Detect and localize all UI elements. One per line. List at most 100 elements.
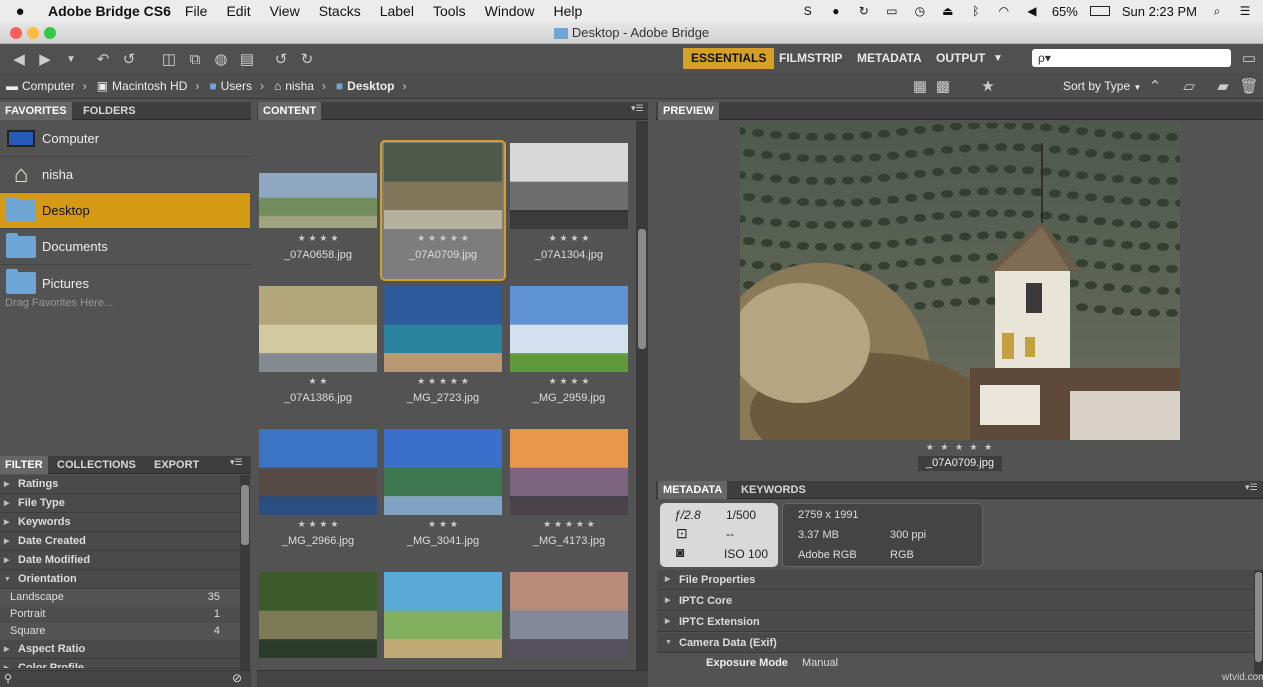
thumbnail-_MG_2959.jpg[interactable]: ★ ★ ★ ★_MG_2959.jpg [510, 286, 628, 404]
open-recent-folder-icon[interactable]: ▱ [1176, 75, 1202, 97]
section-iptc-core[interactable]: IPTC Core [657, 591, 1254, 611]
breadcrumb-nisha[interactable]: ⌂nisha [274, 79, 314, 93]
app-menu[interactable]: Adobe Bridge CS6 [48, 3, 171, 19]
chevron-right-icon[interactable]: › [322, 79, 326, 93]
airplay-icon[interactable]: ▭ [884, 4, 900, 18]
thumbnail-_07A1386.jpg[interactable]: ★ ★_07A1386.jpg [259, 286, 377, 404]
breadcrumb-computer[interactable]: ▬Computer [6, 79, 75, 93]
skype-icon[interactable]: S [800, 4, 816, 18]
panel-menu-icon[interactable]: ▾☰ [1245, 482, 1258, 493]
sort-dropdown[interactable]: Sort by Type ▼ [1063, 79, 1141, 93]
thumbnail-_MG_3041.jpg[interactable]: ★ ★ ★_MG_3041.jpg [384, 429, 502, 547]
thumbnail-rating[interactable]: ★ ★ ★ ★ [549, 234, 590, 244]
thumbnail-rating[interactable]: ★ ★ [309, 377, 328, 387]
minimize-window-button[interactable] [27, 27, 39, 39]
chevron-right-icon[interactable]: › [195, 79, 199, 93]
breadcrumb-desktop[interactable]: ■Desktop [336, 79, 395, 93]
back-arrow-icon[interactable]: ◀ [6, 48, 32, 70]
menu-label[interactable]: Label [380, 3, 414, 19]
close-window-button[interactable] [10, 27, 22, 39]
metadata-scrollbar[interactable] [1254, 570, 1263, 674]
workspace-output[interactable]: OUTPUT [928, 48, 993, 69]
thumbnail-rating[interactable]: ★ ★ ★ ★ [298, 234, 339, 244]
workspace-menu-chevron-icon[interactable]: ▼ [985, 48, 1011, 69]
thumbnail-item-9[interactable] [259, 572, 377, 658]
sort-ascending-icon[interactable]: ⌃ [1142, 75, 1168, 97]
content-scrollbar[interactable] [636, 121, 648, 670]
chevron-right-icon[interactable]: › [83, 79, 87, 93]
tab-favorites[interactable]: FAVORITES [0, 102, 72, 120]
thumbnail-rating[interactable]: ★ ★ ★ ★ [298, 520, 339, 530]
section-file-properties[interactable]: File Properties [657, 570, 1254, 590]
tab-collections[interactable]: COLLECTIONS [52, 456, 141, 474]
battery-icon[interactable] [1090, 6, 1110, 16]
filter-option-portrait[interactable]: Portrait1 [0, 606, 240, 623]
clock[interactable]: Sun 2:23 PM [1122, 4, 1197, 19]
spotlight-icon[interactable]: ⌕ [1209, 4, 1225, 18]
preview-rating[interactable]: ★ ★ ★ ★ ★ [740, 442, 1180, 453]
workspace-filmstrip[interactable]: FILMSTRIP [771, 48, 850, 69]
breadcrumb-users[interactable]: ■Users [209, 79, 252, 93]
filter-aspect-ratio[interactable]: Aspect Ratio [0, 640, 240, 659]
panel-menu-icon[interactable]: ▾☰ [631, 103, 644, 114]
menu-view[interactable]: View [270, 3, 300, 19]
workspace-metadata[interactable]: METADATA [849, 48, 930, 69]
time-machine-icon[interactable]: ◷ [912, 4, 928, 18]
return-to-app-icon[interactable]: ↺ [116, 48, 142, 70]
tab-preview[interactable]: PREVIEW [658, 102, 719, 120]
tab-metadata[interactable]: METADATA [658, 481, 727, 499]
trash-icon[interactable]: 🗑 [1236, 75, 1262, 97]
menu-stacks[interactable]: Stacks [319, 3, 361, 19]
output-icon[interactable]: ▤ [234, 48, 260, 70]
camera-download-icon[interactable]: ◫ [156, 48, 182, 70]
thumbnail-rating[interactable]: ★ ★ ★ ★ ★ [543, 520, 595, 530]
clear-filter-icon[interactable]: ⊘ [232, 671, 242, 685]
tab-folders[interactable]: FOLDERS [78, 102, 141, 120]
workspace-essentials[interactable]: ESSENTIALS [683, 48, 774, 69]
eject-icon[interactable]: ⏏ [940, 4, 956, 18]
tab-keywords[interactable]: KEYWORDS [736, 481, 811, 499]
thumbnail-item-10[interactable] [384, 572, 502, 658]
section-camera-data-exif[interactable]: Camera Data (Exif) [657, 633, 1254, 653]
panel-menu-icon[interactable]: ▾☰ [230, 457, 243, 468]
scroll-thumb[interactable] [638, 229, 646, 349]
sync-icon[interactable]: ↻ [856, 4, 872, 18]
favorite-desktop[interactable]: Desktop [0, 193, 250, 229]
filter-ratings[interactable]: Ratings [0, 475, 240, 494]
refine-icon[interactable]: ⧉ [182, 48, 208, 70]
thumbnail-_07A0658.jpg[interactable]: ★ ★ ★ ★_07A0658.jpg [259, 173, 377, 261]
thumbnail-_MG_4173.jpg[interactable]: ★ ★ ★ ★ ★_MG_4173.jpg [510, 429, 628, 547]
tab-content[interactable]: CONTENT [258, 102, 321, 120]
menu-file[interactable]: File [185, 3, 208, 19]
menu-tools[interactable]: Tools [433, 3, 466, 19]
compact-mode-icon[interactable]: ▭ [1236, 47, 1262, 69]
preview-image[interactable] [740, 123, 1180, 440]
filter-date-created[interactable]: Date Created [0, 532, 240, 551]
apple-menu-icon[interactable]: ● [0, 3, 40, 20]
favorite-documents[interactable]: Documents [0, 229, 250, 265]
scroll-thumb[interactable] [1255, 572, 1262, 662]
chevron-right-icon[interactable]: › [260, 79, 264, 93]
thumbnail-rating[interactable]: ★ ★ ★ ★ ★ [417, 377, 469, 387]
reveal-recent-icon[interactable]: ↶ [90, 48, 116, 70]
zoom-window-button[interactable] [44, 27, 56, 39]
filter-date-modified[interactable]: Date Modified [0, 551, 240, 570]
volume-icon[interactable]: ◀ [1024, 4, 1040, 18]
thumbnail-_MG_2966.jpg[interactable]: ★ ★ ★ ★_MG_2966.jpg [259, 429, 377, 547]
stacks-icon[interactable]: ▩ [930, 75, 956, 97]
filter-option-square[interactable]: Square4 [0, 623, 240, 640]
preview-filename[interactable]: _07A0709.jpg [918, 456, 1002, 471]
thumbnail-rating[interactable]: ★ ★ ★ ★ [549, 377, 590, 387]
breadcrumb-macintosh-hd[interactable]: ▣Macintosh HD [97, 79, 188, 93]
scroll-thumb[interactable] [241, 485, 249, 545]
menu-edit[interactable]: Edit [226, 3, 250, 19]
thumbnail-item-11[interactable] [510, 572, 628, 658]
search-input[interactable]: ρ▾ [1032, 49, 1231, 67]
favorite-nisha[interactable]: ⌂nisha [0, 157, 250, 193]
menu-help[interactable]: Help [553, 3, 582, 19]
filter-option-landscape[interactable]: Landscape35 [0, 589, 240, 606]
star-filter-icon[interactable]: ★ [975, 75, 1001, 97]
rotate-left-icon[interactable]: ↺ [268, 48, 294, 70]
thumbnail-_07A1304.jpg[interactable]: ★ ★ ★ ★_07A1304.jpg [510, 143, 628, 261]
filter-orientation[interactable]: Orientation [0, 570, 240, 589]
